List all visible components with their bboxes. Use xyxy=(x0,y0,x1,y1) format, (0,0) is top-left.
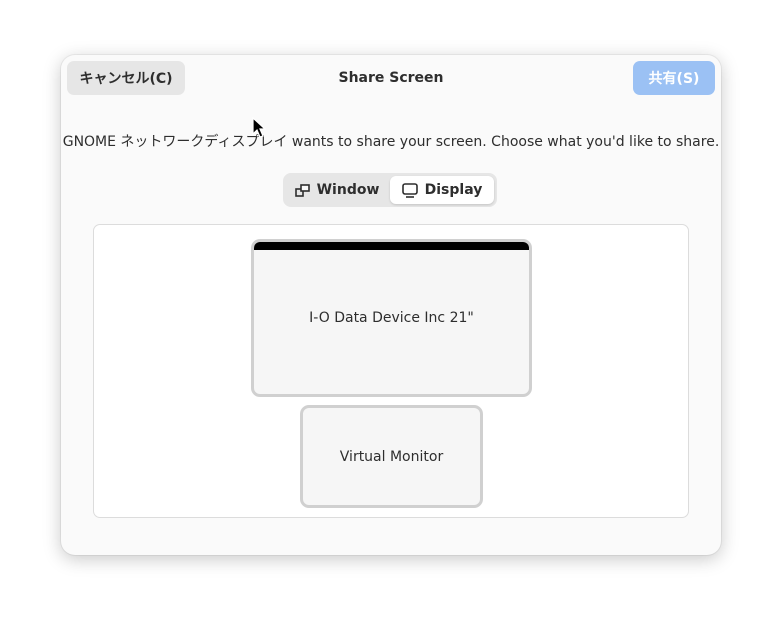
source-type-switcher: Window Display xyxy=(283,173,497,207)
monitor-io-data[interactable]: I-O Data Device Inc 21" xyxy=(251,239,532,397)
monitor-top-bar xyxy=(254,242,529,250)
share-screen-dialog: キャンセル(C) Share Screen 共有(S) GNOME ネットワーク… xyxy=(61,55,721,555)
window-icon xyxy=(294,183,310,197)
window-tab[interactable]: Window xyxy=(287,176,387,204)
share-description: GNOME ネットワークディスプレイ wants to share your s… xyxy=(62,134,720,150)
display-tab-label: Display xyxy=(424,182,483,198)
monitor-label: Virtual Monitor xyxy=(339,448,444,465)
window-tab-label: Window xyxy=(316,182,380,198)
share-button[interactable]: 共有(S) xyxy=(633,61,715,95)
monitor-virtual[interactable]: Virtual Monitor xyxy=(300,405,483,508)
header-bar: キャンセル(C) Share Screen 共有(S) xyxy=(61,55,721,101)
monitor-label: I-O Data Device Inc 21" xyxy=(309,310,474,326)
mouse-pointer-icon xyxy=(252,117,266,138)
monitors-panel: I-O Data Device Inc 21" Virtual Monitor xyxy=(93,224,689,518)
display-icon xyxy=(401,182,418,198)
dialog-title: Share Screen xyxy=(338,70,444,86)
display-tab[interactable]: Display xyxy=(390,176,494,204)
